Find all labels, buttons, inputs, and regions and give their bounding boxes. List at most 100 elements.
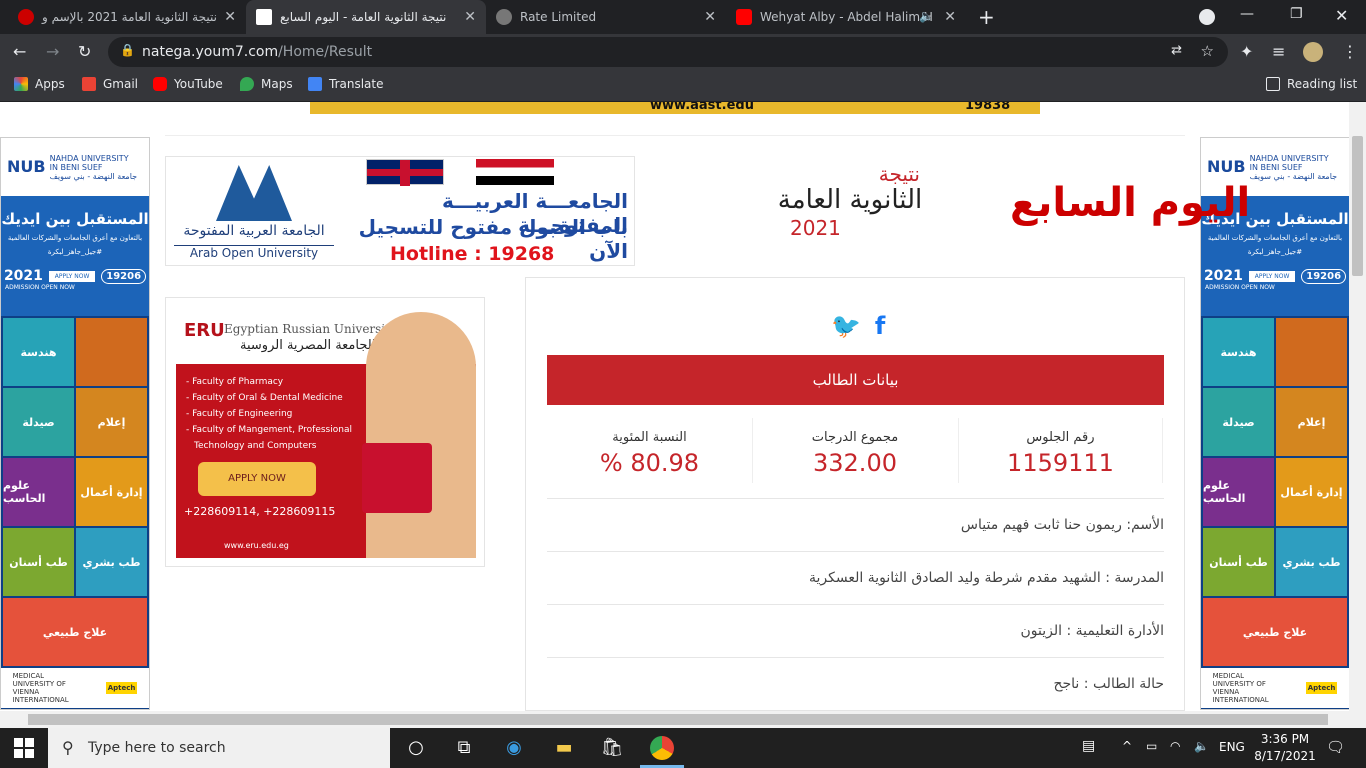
nub-hotline: 19206 (101, 268, 147, 284)
language-indicator[interactable]: ENG (1219, 740, 1245, 754)
bookmark-star-icon[interactable]: ☆ (1201, 42, 1214, 60)
seat-number-label: رقم الجلوس (1026, 430, 1095, 445)
percentage-label: النسبة المئوية (612, 430, 687, 445)
total-score-value: 332.00 (813, 449, 897, 477)
nub-name: NAHDA UNIVERSITY (49, 153, 129, 163)
bookmark-youtube[interactable]: YouTube (153, 77, 223, 91)
tab-1[interactable]: نتيجة الثانوية العامة 2021 بالإسم و ✕ (8, 0, 246, 34)
reload-icon[interactable]: ↻ (78, 42, 91, 61)
globe-icon (496, 9, 512, 25)
close-window-icon[interactable]: ✕ (1335, 6, 1348, 25)
cortana-icon[interactable]: ○ (404, 736, 428, 760)
maps-pin-icon (240, 77, 254, 91)
store-icon[interactable]: 🛍 (600, 736, 624, 760)
new-tab-button[interactable]: + (978, 5, 995, 29)
vertical-scrollbar[interactable] (1349, 102, 1366, 711)
nub-subline: بالتعاون مع أعرق الجامعات والشركات العال… (1207, 234, 1343, 242)
wifi-icon[interactable]: ◠ (1170, 739, 1180, 753)
nub-promo: المستقبل بين ايديك بالتعاون مع أعرق الجا… (1, 196, 149, 316)
minimize-icon[interactable]: — (1240, 6, 1254, 22)
youtube-icon (153, 77, 167, 91)
faculty-cell: طب أسنان (3, 528, 74, 596)
header-divider (165, 135, 1185, 136)
close-tab-icon[interactable]: ✕ (224, 9, 236, 25)
nub-hotline: 19206 (1301, 268, 1347, 284)
eru-ad[interactable]: ERU Egyptian Russian University الجامعة … (165, 297, 485, 567)
faculty-cell: طب بشري (76, 528, 147, 596)
nub-admission: ADMISSION OPEN NOW (1205, 284, 1275, 291)
reading-list-label: Reading list (1287, 77, 1358, 91)
close-tab-icon[interactable]: ✕ (464, 9, 476, 25)
aptech-logo: Aptech (1305, 682, 1338, 694)
close-tab-icon[interactable]: ✕ (704, 9, 716, 25)
eru-apply-button[interactable]: APPLY NOW (198, 462, 316, 496)
taskbar-search[interactable]: ⚲ Type here to search (48, 728, 390, 768)
eru-phones: +228609114, +228609115 (184, 505, 336, 518)
tab-4[interactable]: Wehyat Alby - Abdel Halim H 🔈 ✕ (726, 0, 966, 34)
task-view-icon[interactable]: ⧉ (452, 736, 476, 760)
tab-2[interactable]: نتيجة الثانوية العامة - اليوم السابع ✕ (246, 0, 486, 34)
nub-name-ar: جامعة النهضة - بني سويف (1249, 171, 1338, 181)
top-banner-ad[interactable]: www.aast.edu 19838 (310, 102, 1040, 114)
youm7-favicon-icon (256, 9, 272, 25)
student-status-row: حالة الطالب : ناجح (547, 657, 1164, 710)
taskbar: ⚲ Type here to search ○ ⧉ ◉ ▬ 🛍 ▤ ^ ▭ ◠ … (0, 728, 1366, 768)
bookmark-translate[interactable]: Translate (308, 77, 384, 91)
clock[interactable]: 3:36 PM 8/17/2021 (1250, 731, 1320, 765)
tab-3[interactable]: Rate Limited ✕ (486, 0, 726, 34)
windows-start-icon[interactable] (14, 738, 34, 758)
faculty-cell: إعلام (1276, 388, 1347, 456)
edge-icon[interactable]: ◉ (502, 736, 526, 760)
avatar[interactable] (1303, 42, 1323, 62)
audio-icon[interactable]: 🔈 (919, 9, 934, 23)
close-tab-icon[interactable]: ✕ (944, 9, 956, 25)
site-logo[interactable]: اليوم السابع (1010, 180, 1250, 226)
nub-apply-button[interactable]: APPLY NOW (1248, 270, 1296, 282)
scrollbar-thumb[interactable] (28, 714, 1328, 725)
battery-icon[interactable]: ▭ (1146, 739, 1157, 753)
bookmark-apps[interactable]: Apps (14, 77, 65, 91)
url-domain: natega.youm7.com (142, 44, 279, 60)
media-control-icon[interactable]: ≡ (1272, 42, 1285, 61)
bookmark-gmail[interactable]: Gmail (82, 77, 138, 91)
forward-icon[interactable]: → (46, 42, 59, 61)
volume-icon[interactable]: 🔈 (1194, 739, 1209, 753)
nub-logo: NUB (7, 157, 46, 176)
eru-logo: ERU (184, 320, 225, 341)
nub-apply-button[interactable]: APPLY NOW (48, 270, 96, 282)
horizontal-scrollbar[interactable] (0, 711, 1366, 728)
reading-list[interactable]: Reading list (1266, 77, 1357, 91)
percentage-value: % 80.98 (599, 449, 700, 477)
faculty-cell: علاج طبيعي (1203, 598, 1347, 666)
file-explorer-icon[interactable]: ▬ (552, 736, 576, 760)
faculty-cell: علاج طبيعي (3, 598, 147, 666)
news-icon[interactable]: ▤ (1082, 738, 1095, 754)
extensions-icon[interactable]: ✦ (1240, 42, 1253, 61)
tab-search-icon[interactable] (1199, 9, 1215, 25)
address-bar[interactable]: 🔒 natega.youm7.com/Home/Result ⇄ ☆ (108, 37, 1228, 67)
left-side-ad[interactable]: NUB NAHDA UNIVERSITY IN BENI SUEF جامعة … (0, 137, 150, 710)
twitter-icon[interactable]: 🐦 (831, 312, 861, 340)
menu-icon[interactable]: ⋮ (1342, 42, 1358, 61)
bookmark-maps[interactable]: Maps (240, 77, 293, 91)
translate-icon (308, 77, 322, 91)
reading-list-icon (1266, 77, 1280, 91)
translate-icon[interactable]: ⇄ (1171, 43, 1182, 58)
bookmark-label: Maps (261, 77, 293, 91)
eru-faculty: - Faculty of Mangement, Professional (186, 425, 352, 435)
restore-icon[interactable]: ❐ (1290, 6, 1303, 22)
back-icon[interactable]: ← (13, 42, 26, 61)
nub-name: IN BENI SUEF (49, 162, 103, 172)
chevron-up-icon[interactable]: ^ (1122, 739, 1132, 753)
tab-title: Wehyat Alby - Abdel Halim H (760, 10, 933, 24)
chrome-icon[interactable] (650, 736, 674, 760)
facebook-icon[interactable]: f (875, 312, 885, 340)
scrollbar-thumb[interactable] (1352, 136, 1363, 276)
result-title: الثانوية العامة (777, 185, 923, 215)
aou-logo-en: Arab Open University (174, 245, 334, 260)
aou-hotline: Hotline : 19268 (390, 243, 555, 265)
aou-ad[interactable]: الجامعة العربية المفتوحة Arab Open Unive… (165, 156, 635, 266)
nub-year: 2021 (1203, 268, 1243, 284)
nub-admission: ADMISSION OPEN NOW (5, 284, 75, 291)
notifications-icon[interactable]: 🗨 (1326, 738, 1345, 756)
